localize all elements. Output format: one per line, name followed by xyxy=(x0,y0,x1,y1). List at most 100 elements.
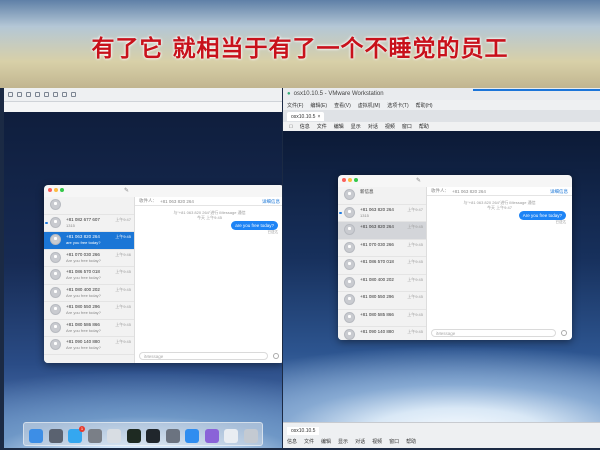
utilities-icon[interactable] xyxy=(165,429,180,443)
conversation-row[interactable]: +81 070 030 266 上午9:45 xyxy=(338,240,426,257)
messages-window[interactable]: ✎ 新信息 +81 063 820 264 1315 上午9:47 +81 063 82… xyxy=(338,175,572,340)
emoji-icon[interactable] xyxy=(561,330,567,336)
unread-dot xyxy=(45,221,48,224)
itunes-icon[interactable] xyxy=(204,429,219,443)
safari-icon[interactable] xyxy=(185,429,199,443)
contact-name: +81 063 820 264 xyxy=(66,234,100,239)
zoom-icon[interactable] xyxy=(60,188,64,192)
message-time: 上午9:45 xyxy=(407,224,423,229)
revert-icon[interactable] xyxy=(26,92,31,97)
message-input[interactable]: iMessage xyxy=(431,329,556,337)
compose-icon[interactable]: ✎ xyxy=(124,187,129,194)
mac-menu-bar: 信息 文件 编辑 显示 对话 视频 窗口 帮助 xyxy=(287,438,416,445)
menu-item[interactable]: 窗口 xyxy=(402,123,412,130)
script-editor-icon[interactable] xyxy=(107,429,121,443)
launchpad-icon[interactable] xyxy=(48,429,63,443)
message-preview: Are you free today? xyxy=(66,310,101,315)
menu-item[interactable]: 对话 xyxy=(368,123,378,130)
menu-item[interactable]: 信息 xyxy=(287,438,297,445)
play-icon[interactable] xyxy=(8,92,13,97)
conversation-row[interactable]: +81 063 820 264 上午9:45 xyxy=(338,222,426,240)
vm-tab[interactable]: osx10.10.5 xyxy=(287,427,320,435)
menu-item[interactable]: 视频 xyxy=(385,123,395,130)
message-time: 上午9:45 xyxy=(407,294,423,299)
trash-icon[interactable] xyxy=(243,429,258,443)
menu-item[interactable]: 帮助(H) xyxy=(416,102,433,109)
conversation-list: +81 082 677 607 1315 上午9:47 +81 063 820 264… xyxy=(44,197,135,363)
conversation-row[interactable]: +81 090 140 880 上午9:45 xyxy=(338,327,426,340)
conversation-row[interactable]: +81 080 550 296 上午9:45 xyxy=(338,292,426,310)
console-icon[interactable] xyxy=(71,92,76,97)
message-time: 上午9:45 xyxy=(115,339,131,344)
conversation-row[interactable]: +81 080 585 866 上午9:45 xyxy=(338,310,426,327)
menu-item[interactable]: 选项卡(T) xyxy=(387,102,408,109)
conversation-row[interactable]: +81 082 677 607 1315 上午9:47 xyxy=(44,215,134,232)
menu-item[interactable]: 显示 xyxy=(351,123,361,130)
vmware-icon: ● xyxy=(287,91,291,97)
fullscreen-icon[interactable] xyxy=(53,92,58,97)
vm-window-title: osx10.10.5 - VMware Workstation xyxy=(293,91,384,97)
menu-item[interactable]: 编辑 xyxy=(334,123,344,130)
conversation-row[interactable]: +81 090 140 880 Are you free today? 上午9:45 xyxy=(44,337,134,355)
menu-item[interactable]: 帮助 xyxy=(419,123,429,130)
close-icon[interactable] xyxy=(342,178,346,182)
unity-icon[interactable] xyxy=(62,92,67,97)
manage-icon[interactable] xyxy=(35,92,40,97)
minimize-icon[interactable] xyxy=(54,188,58,192)
conversation-row[interactable]: +81 080 586 866 Are you free today? 上午9:45 xyxy=(44,320,134,337)
snapshot-icon[interactable] xyxy=(17,92,22,97)
minimize-icon[interactable] xyxy=(348,178,352,182)
conversation-row[interactable] xyxy=(44,197,134,215)
menu-item[interactable]: 帮助 xyxy=(406,438,416,445)
avatar xyxy=(344,259,355,270)
menu-item[interactable]: 文件(F) xyxy=(287,102,303,109)
conversation-row[interactable]: +81 063 820 264 1315 上午9:47 xyxy=(338,205,426,222)
message-preview: Are you free today? xyxy=(66,257,101,263)
system-preferences-icon[interactable] xyxy=(87,429,102,443)
menu-item[interactable]: 文件 xyxy=(317,123,327,130)
vm-tab[interactable]: osx10.10.5 × xyxy=(287,112,325,121)
finder-icon[interactable] xyxy=(29,429,43,443)
menu-item[interactable]: 视频 xyxy=(372,438,382,445)
menu-item[interactable]: 编辑(E) xyxy=(310,102,327,109)
conversation-row[interactable]: +81 080 400 202 上午9:45 xyxy=(338,275,426,292)
right-vm-screen: ● osx10.10.5 - VMware Workstation 文件(F) 编… xyxy=(283,88,600,448)
menu-item[interactable]: 文件 xyxy=(304,438,314,445)
messages-window[interactable]: ✎ +81 082 677 607 1315 上午9:47 +81 063 820 2… xyxy=(44,185,282,363)
details-button[interactable]: 详细信息 xyxy=(262,199,280,205)
menu-item[interactable]: 窗口 xyxy=(389,438,399,445)
menu-item[interactable]: 查看(V) xyxy=(334,102,351,109)
conversation-row[interactable]: +81 063 820 264 are you free today? 上午9:45 xyxy=(44,232,134,250)
conversation-row[interactable]: +81 086 570 018 Are you free today? 上午9:45 xyxy=(44,267,134,285)
conversation-row[interactable]: +81 080 400 202 Are you free today? 上午9:45 xyxy=(44,285,134,302)
compose-icon[interactable]: ✎ xyxy=(416,177,421,184)
to-field[interactable]: 收件人： +81 063 820 264 详细信息 xyxy=(427,187,572,196)
menu-item[interactable]: 对话 xyxy=(355,438,365,445)
details-button[interactable]: 详细信息 xyxy=(550,189,568,195)
to-field[interactable]: 收件人： +81 063 820 264 详细信息 xyxy=(135,197,282,206)
message-time: 上午9:47 xyxy=(115,216,131,222)
close-icon[interactable]: × xyxy=(317,114,320,120)
messages-icon[interactable]: 1 xyxy=(68,426,85,443)
conversation-row[interactable]: +81 086 570 018 上午9:45 xyxy=(338,257,426,275)
zoom-icon[interactable] xyxy=(354,178,358,182)
menu-item[interactable]: 显示 xyxy=(338,438,348,445)
activity-monitor-icon[interactable] xyxy=(126,429,141,443)
emoji-icon[interactable] xyxy=(273,353,279,359)
documents-icon[interactable] xyxy=(224,429,238,443)
contact-name: +81 080 550 296 xyxy=(360,294,394,299)
menu-item[interactable]:  xyxy=(289,124,293,130)
close-icon[interactable] xyxy=(48,188,52,192)
menu-item[interactable]: 编辑 xyxy=(321,438,331,445)
conversation-row[interactable]: 新信息 xyxy=(338,187,426,205)
message-input[interactable]: iMessage xyxy=(139,352,268,360)
thread-info: 与“+81 063 820 264”进行 iMessage 通信 今天 上午9:… xyxy=(173,210,246,220)
vm-toolbar xyxy=(4,88,282,102)
view-icon[interactable] xyxy=(44,92,49,97)
menu-item[interactable]: 信息 xyxy=(300,123,310,130)
menu-item[interactable]: 虚拟机(M) xyxy=(358,102,381,109)
terminal-icon[interactable] xyxy=(146,429,160,443)
conversation-row[interactable]: +81 070 030 266 Are you free today? 上午9:46 xyxy=(44,250,134,267)
conversation-row[interactable]: +81 080 550 296 Are you free today? 上午9:45 xyxy=(44,302,134,320)
avatar xyxy=(344,329,355,340)
